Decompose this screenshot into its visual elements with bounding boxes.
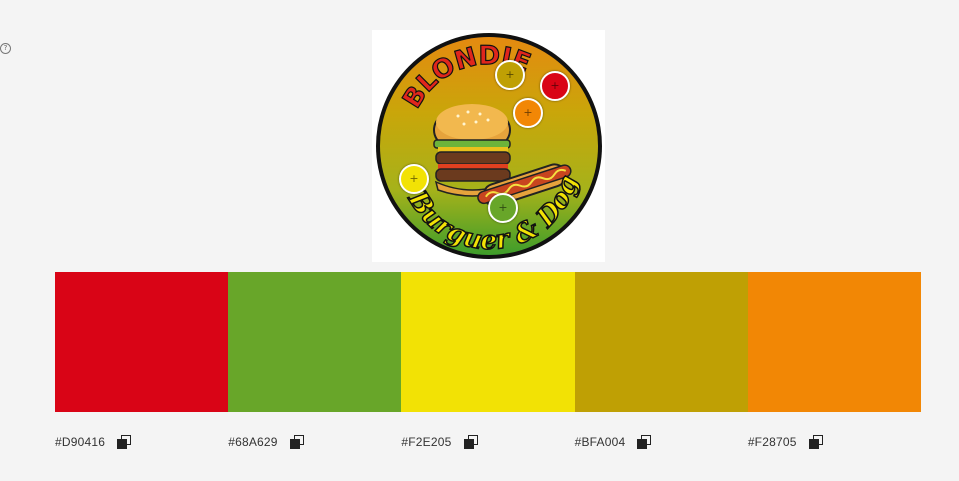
swatch-2[interactable] (228, 272, 402, 412)
swatch-4[interactable] (574, 272, 748, 412)
help-icon[interactable]: ? (0, 43, 11, 54)
swatch-1[interactable] (55, 272, 229, 412)
hex-code-label[interactable]: #F2E205 (401, 435, 451, 449)
copy-icon[interactable] (463, 435, 478, 449)
swatch-5[interactable] (747, 272, 922, 412)
hex-code-cell: #F2E205 (401, 432, 574, 452)
hex-code-label[interactable]: #D90416 (55, 435, 105, 449)
hex-code-cell: #68A629 (228, 432, 401, 452)
crosshair-icon: + (505, 68, 515, 81)
burger-logo-image: BLONDIE Burguer & Dog (376, 33, 602, 259)
source-image: BLONDIE Burguer & Dog (372, 30, 605, 262)
crosshair-icon: + (409, 172, 419, 185)
palette-swatches (55, 272, 922, 412)
crosshair-icon: + (550, 79, 560, 92)
color-picker-handle[interactable]: + (495, 60, 525, 90)
copy-icon[interactable] (117, 435, 132, 449)
hex-code-cell: #F28705 (748, 432, 921, 452)
color-picker-handle[interactable]: + (540, 71, 570, 101)
color-picker-handle[interactable]: + (399, 164, 429, 194)
swatch-3[interactable] (401, 272, 575, 412)
crosshair-icon: + (523, 106, 533, 119)
copy-icon[interactable] (637, 435, 652, 449)
copy-icon[interactable] (289, 435, 304, 449)
color-picker-handle[interactable]: + (488, 193, 518, 223)
hex-code-label[interactable]: #68A629 (228, 435, 277, 449)
copy-icon[interactable] (808, 435, 823, 449)
color-picker-handle[interactable]: + (513, 98, 543, 128)
crosshair-icon: + (498, 201, 508, 214)
hex-code-cell: #D90416 (55, 432, 228, 452)
hex-codes-row: #D90416 #68A629 #F2E205 #BFA004 #F28705 (55, 432, 921, 452)
hex-code-label[interactable]: #BFA004 (575, 435, 626, 449)
hex-code-label[interactable]: #F28705 (748, 435, 797, 449)
hex-code-cell: #BFA004 (575, 432, 748, 452)
